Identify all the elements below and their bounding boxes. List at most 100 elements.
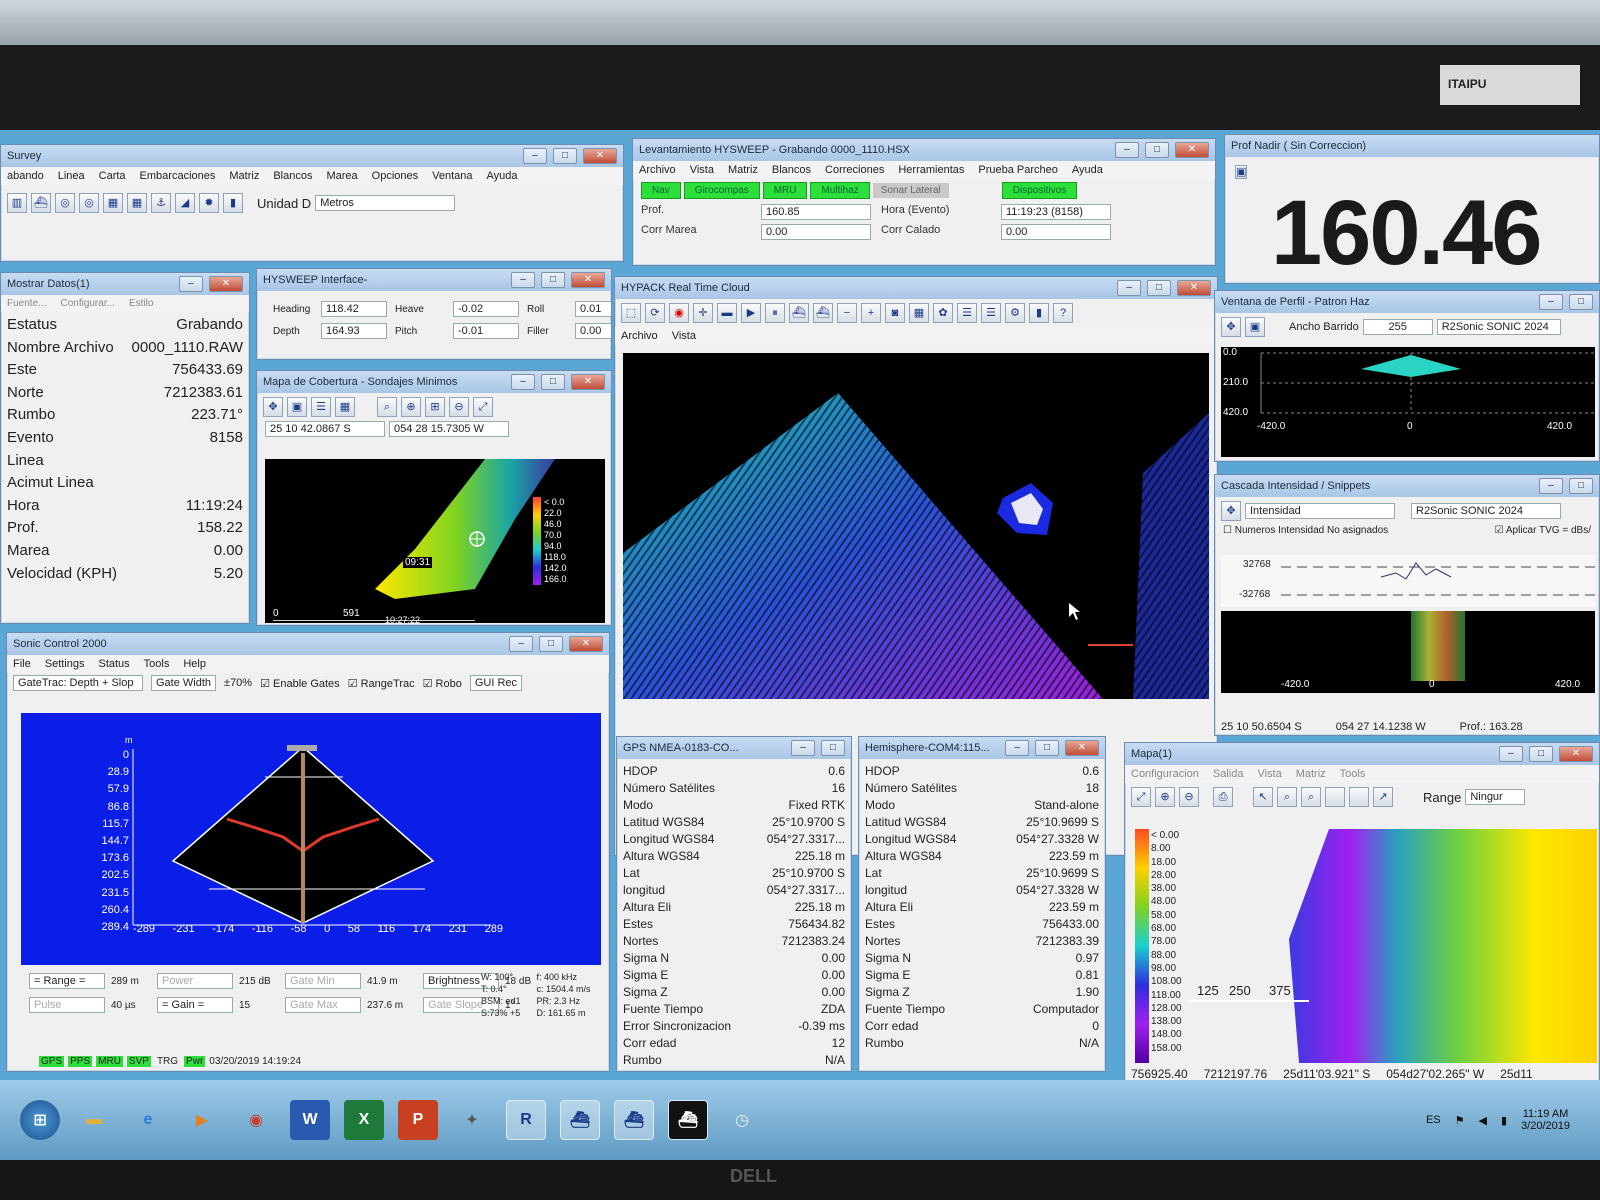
grid-icon[interactable]: ▦ — [335, 397, 355, 417]
dispositivos-button[interactable]: Dispositivos — [1001, 182, 1078, 199]
maximize-button[interactable]: □ — [1035, 740, 1059, 756]
mode-select[interactable]: Intensidad — [1245, 503, 1395, 519]
rangetrac-checkbox[interactable]: ☑ RangeTrac — [348, 677, 415, 690]
menu-item[interactable]: Matriz — [728, 164, 758, 176]
menu-item[interactable]: Tools — [144, 658, 170, 670]
minimize-button[interactable]: – — [791, 740, 815, 756]
menu-item[interactable]: Ayuda — [1072, 164, 1103, 176]
satellite-icon[interactable]: ✦ — [452, 1100, 492, 1140]
network-icon[interactable]: ▮ — [1501, 1114, 1507, 1127]
sonic-control-titlebar[interactable]: Sonic Control 2000 – □ ✕ — [7, 633, 609, 655]
close-button[interactable]: ✕ — [571, 272, 605, 288]
menu-item[interactable]: Help — [183, 658, 206, 670]
media-player-icon[interactable]: ▶ — [182, 1100, 222, 1140]
pause-icon[interactable]: ⏸ — [765, 303, 785, 323]
palette-icon[interactable]: ✿ — [933, 303, 953, 323]
lock-icon[interactable]: ▮ — [1029, 303, 1049, 323]
word-icon[interactable]: W — [290, 1100, 330, 1140]
menu-item[interactable]: Matriz — [229, 170, 259, 182]
panel-icon[interactable]: ▦ — [103, 193, 123, 213]
zoom-out-icon[interactable]: ⊖ — [449, 397, 469, 417]
pulse-button[interactable]: Pulse — [29, 997, 105, 1013]
close-button[interactable]: ✕ — [1065, 740, 1099, 756]
device-select[interactable]: R2Sonic SONIC 2024 — [1436, 319, 1561, 335]
target-icon[interactable]: ◎ — [55, 193, 75, 213]
help-icon[interactable]: ? — [1053, 303, 1073, 323]
settings-icon[interactable]: ⚙ — [1005, 303, 1025, 323]
minimize-button[interactable]: – — [179, 276, 203, 292]
power-button[interactable]: Power — [157, 973, 233, 989]
maximize-button[interactable]: □ — [541, 272, 565, 288]
minimize-button[interactable]: – — [1499, 746, 1523, 762]
mapa-cobertura-titlebar[interactable]: Mapa de Cobertura - Sondajes Minimos – □ ✕ — [257, 371, 611, 393]
close-button[interactable]: ✕ — [1559, 746, 1593, 762]
ventana-perfil-titlebar[interactable]: Ventana de Perfil - Patron Haz – □ — [1215, 291, 1599, 313]
zoom-icon[interactable]: ⌕ — [1277, 787, 1297, 807]
chrome-icon[interactable]: ◉ — [236, 1100, 276, 1140]
select-icon[interactable]: ⬚ — [621, 303, 641, 323]
pan-icon[interactable]: ✥ — [1221, 501, 1241, 521]
refresh-icon[interactable]: ⟳ — [645, 303, 665, 323]
menu-item[interactable]: Status — [98, 658, 129, 670]
book-icon[interactable]: ▥ — [7, 193, 27, 213]
gate-min-button[interactable]: Gate Min — [285, 973, 361, 989]
maximize-button[interactable]: □ — [1529, 746, 1553, 762]
hypack-survey-icon[interactable]: ⛴ — [560, 1100, 600, 1140]
list-icon[interactable]: ☰ — [311, 397, 331, 417]
zoom-out-icon[interactable]: ⊖ — [1179, 787, 1199, 807]
fire-icon[interactable]: ✹ — [199, 193, 219, 213]
minimize-button[interactable]: – — [509, 636, 533, 652]
gps-nmea-titlebar[interactable]: GPS NMEA-0183-CO... – □ — [617, 737, 851, 759]
menu-item[interactable]: Correciones — [825, 164, 884, 176]
prof-nadir-titlebar[interactable]: Prof Nadir ( Sin Correccion) — [1225, 135, 1599, 157]
menu-item[interactable]: Marea — [326, 170, 357, 182]
clock-icon[interactable]: ◷ — [722, 1100, 762, 1140]
panel-icon[interactable]: ▦ — [127, 193, 147, 213]
zoom-icon[interactable]: ⌕ — [377, 397, 397, 417]
maximize-button[interactable]: □ — [821, 740, 845, 756]
close-button[interactable]: ✕ — [583, 148, 617, 164]
menu-item[interactable]: Linea — [58, 170, 85, 182]
close-button[interactable]: ✕ — [1177, 280, 1211, 296]
minimize-button[interactable]: – — [511, 272, 535, 288]
list-icon[interactable]: ☰ — [957, 303, 977, 323]
r2-sonic-icon[interactable]: R — [506, 1100, 546, 1140]
close-button[interactable]: ✕ — [569, 636, 603, 652]
maximize-button[interactable]: □ — [1145, 142, 1169, 158]
info-pointer-icon[interactable]: ↗ — [1373, 787, 1393, 807]
mru-status[interactable]: MRU — [762, 182, 808, 199]
menu-item[interactable]: Matriz — [1296, 768, 1326, 780]
maximize-button[interactable]: □ — [541, 374, 565, 390]
bathymetry-map[interactable]: < 0.00 8.00 18.00 28.00 38.00 48.00 58.00 68.00… — [1129, 829, 1597, 1063]
fit-icon[interactable]: ⤢ — [1131, 787, 1151, 807]
mostrar-datos-titlebar[interactable]: Mostrar Datos(1) – ✕ — [1, 273, 249, 295]
menu-item[interactable]: Blancos — [772, 164, 811, 176]
clock[interactable]: 11:19 AM 3/20/2019 — [1521, 1108, 1570, 1132]
zoom-in-icon[interactable]: + — [861, 303, 881, 323]
menu-item[interactable]: Fuente... — [7, 298, 46, 309]
play-icon[interactable]: ▶ — [741, 303, 761, 323]
menu-item[interactable]: Prueba Parcheo — [978, 164, 1058, 176]
close-button[interactable]: ✕ — [1175, 142, 1209, 158]
zoom-icon[interactable]: ⌕ — [1301, 787, 1321, 807]
ancho-barrido-value[interactable]: 255 — [1362, 319, 1433, 335]
start-button-icon[interactable]: ⊞ — [20, 1100, 60, 1140]
maximize-button[interactable]: □ — [1147, 280, 1171, 296]
coverage-map[interactable]: 09:31 < 0.0 22.0 46.0 70.0 94.0 118.0 142.0 166… — [265, 459, 605, 623]
menu-item[interactable]: Ayuda — [487, 170, 518, 182]
ruler-icon[interactable]: ◢ — [175, 193, 195, 213]
minimize-button[interactable]: – — [1117, 280, 1141, 296]
camera-icon[interactable]: ◙ — [885, 303, 905, 323]
numeros-checkbox[interactable]: ☐ Numeros Intensidad No asignados — [1223, 525, 1388, 536]
save-icon[interactable]: ▣ — [1235, 165, 1248, 179]
hysweep-interface-titlebar[interactable]: HYSWEEP Interface- – □ ✕ — [257, 269, 611, 291]
pointer-icon[interactable]: ↖ — [1253, 787, 1273, 807]
pan-icon[interactable]: ✥ — [1221, 317, 1241, 337]
boat-icon[interactable]: ⛴ — [789, 303, 809, 323]
zoom-box-icon[interactable]: ⊞ — [425, 397, 445, 417]
menu-item[interactable]: Configurar... — [60, 298, 114, 309]
minimize-button[interactable]: – — [1539, 294, 1563, 310]
hysweep-main-titlebar[interactable]: Levantamiento HYSWEEP - Grabando 0000_11… — [633, 139, 1215, 161]
fit-icon[interactable]: ⤢ — [473, 397, 493, 417]
girocompas-status[interactable]: Girocompas — [683, 182, 760, 199]
